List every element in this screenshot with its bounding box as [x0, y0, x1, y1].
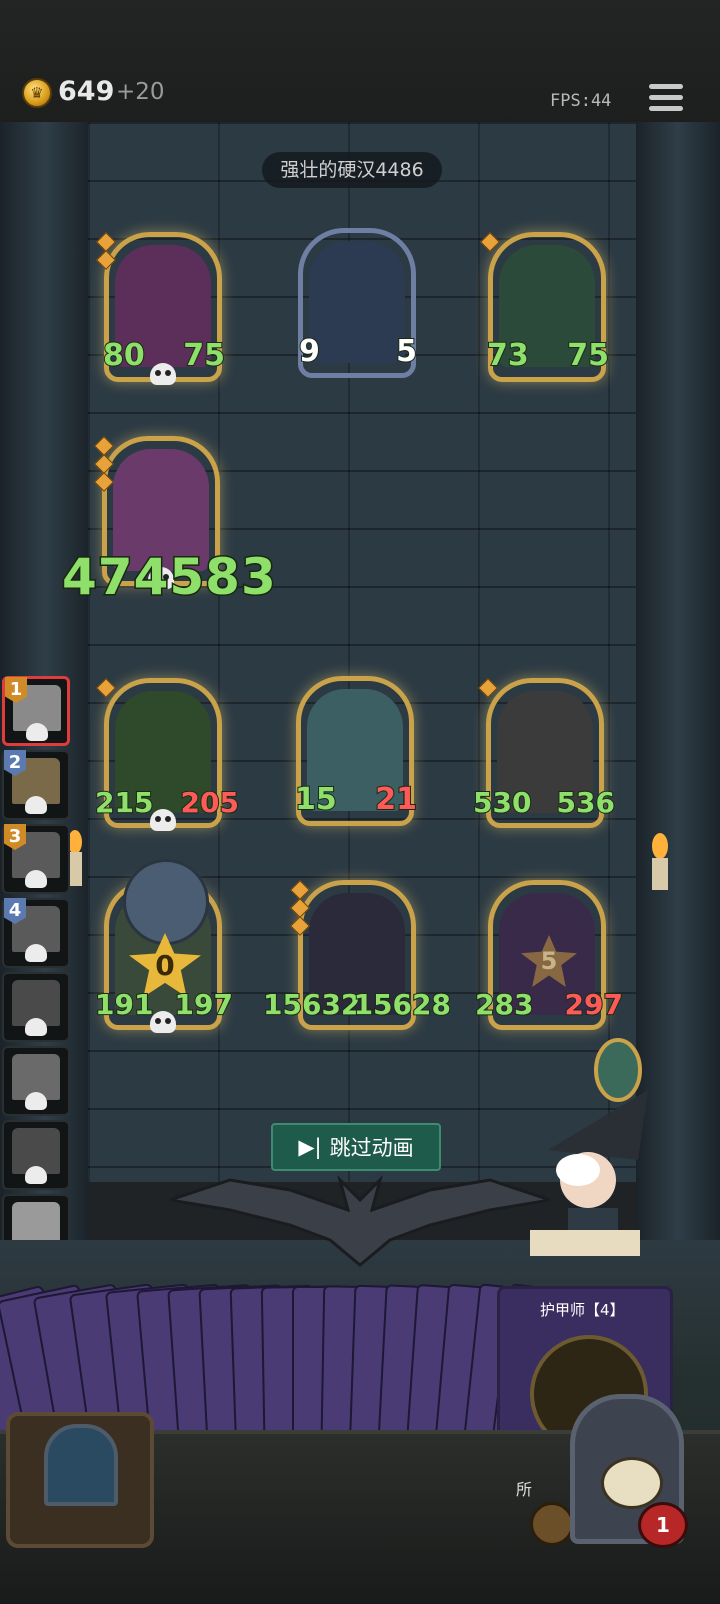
health-value: 5	[395, 333, 418, 370]
lantern-icon[interactable]	[6, 1412, 154, 1548]
opponent-name: 强壮的硬汉4486	[262, 152, 442, 188]
witch-character	[530, 1038, 648, 1256]
lives-heart-icon: 1	[638, 1502, 688, 1548]
attack-value: 15	[294, 781, 338, 818]
fps-counter: FPS:44	[550, 91, 612, 111]
player-rank-slot[interactable]: 3	[2, 824, 70, 894]
skip-animation-label: 跳过动画	[329, 1136, 414, 1160]
card-name: 护甲师【4】	[540, 1301, 625, 1319]
menu-icon[interactable]	[649, 84, 683, 116]
candle-icon	[640, 832, 680, 892]
enemy-minion-3[interactable]: 73 75	[480, 232, 610, 382]
attack-value: 530	[472, 785, 532, 820]
health-value: 197	[174, 987, 234, 1022]
gold-amount: 649	[58, 76, 115, 107]
tier-pips	[290, 880, 310, 937]
tier-pips	[480, 232, 500, 253]
player-minion-1[interactable]: 215 205	[94, 678, 240, 831]
attack-value: 73	[486, 337, 530, 374]
health-value: 15628	[353, 987, 452, 1022]
skip-animation-button[interactable]: ▶| 跳过动画	[271, 1123, 441, 1171]
player-minion-6[interactable]: 5 283 297	[474, 880, 624, 1030]
health-value: 297	[564, 987, 624, 1022]
player-minion-4[interactable]: 0 191 197	[94, 859, 234, 1033]
enemy-minion-2[interactable]: 9 5	[298, 228, 418, 378]
gold-income: +20	[116, 79, 165, 105]
health-value: 536	[556, 785, 616, 820]
player-minion-2[interactable]: 15 21	[294, 676, 418, 826]
player-rank-slot[interactable]	[2, 1120, 70, 1190]
clock-face	[601, 1457, 663, 1509]
skull-icon	[150, 1011, 176, 1033]
gold-coin-icon: ♛	[22, 78, 52, 108]
player-rank-slot[interactable]: 1	[2, 676, 70, 746]
skull-icon	[25, 1018, 47, 1036]
attack-value: 191	[94, 987, 154, 1022]
tier-pips	[94, 436, 114, 493]
minion-art	[309, 241, 405, 363]
health-value: 205	[180, 785, 240, 820]
attack-value: 215	[94, 785, 154, 820]
tier-pips	[478, 678, 498, 699]
attack-value: 283	[474, 987, 534, 1022]
attack-value: 15632	[262, 987, 361, 1022]
player-minion-3[interactable]: 530 536	[472, 678, 616, 828]
player-rank-slot[interactable]	[2, 1046, 70, 1116]
card-text-fragment: 所	[516, 1480, 533, 1499]
acorn-icon[interactable]	[530, 1502, 574, 1546]
bat-emblem-icon	[170, 1174, 550, 1267]
lantern-glass	[44, 1424, 118, 1506]
player-rank-slot[interactable]: 2	[2, 750, 70, 820]
skull-icon	[25, 944, 47, 962]
health-value: 21	[374, 781, 418, 818]
enemy-minion-1[interactable]: 80 75	[96, 232, 226, 385]
tier-pips	[96, 678, 116, 699]
skull-icon	[26, 723, 48, 741]
skull-icon	[25, 870, 47, 888]
skull-icon	[150, 363, 176, 385]
play-skip-icon: ▶|	[298, 1135, 322, 1159]
attack-value: 9	[298, 333, 321, 370]
damage-popup: 474583	[61, 547, 278, 608]
tier-pips	[96, 232, 116, 271]
player-rank-slot[interactable]: 4	[2, 898, 70, 968]
skull-icon	[25, 1092, 47, 1110]
crystal-orb-icon	[123, 859, 209, 945]
health-value: 75	[566, 337, 610, 374]
player-minion-5[interactable]: 15632 15628	[262, 880, 452, 1030]
skull-icon	[25, 1166, 47, 1184]
skull-icon	[150, 809, 176, 831]
top-bar: ♛ 649 +20 FPS:44	[0, 0, 720, 125]
health-value: 75	[182, 337, 226, 374]
skull-icon	[25, 796, 47, 814]
attack-value: 80	[102, 337, 146, 374]
player-rank-slot[interactable]	[2, 972, 70, 1042]
